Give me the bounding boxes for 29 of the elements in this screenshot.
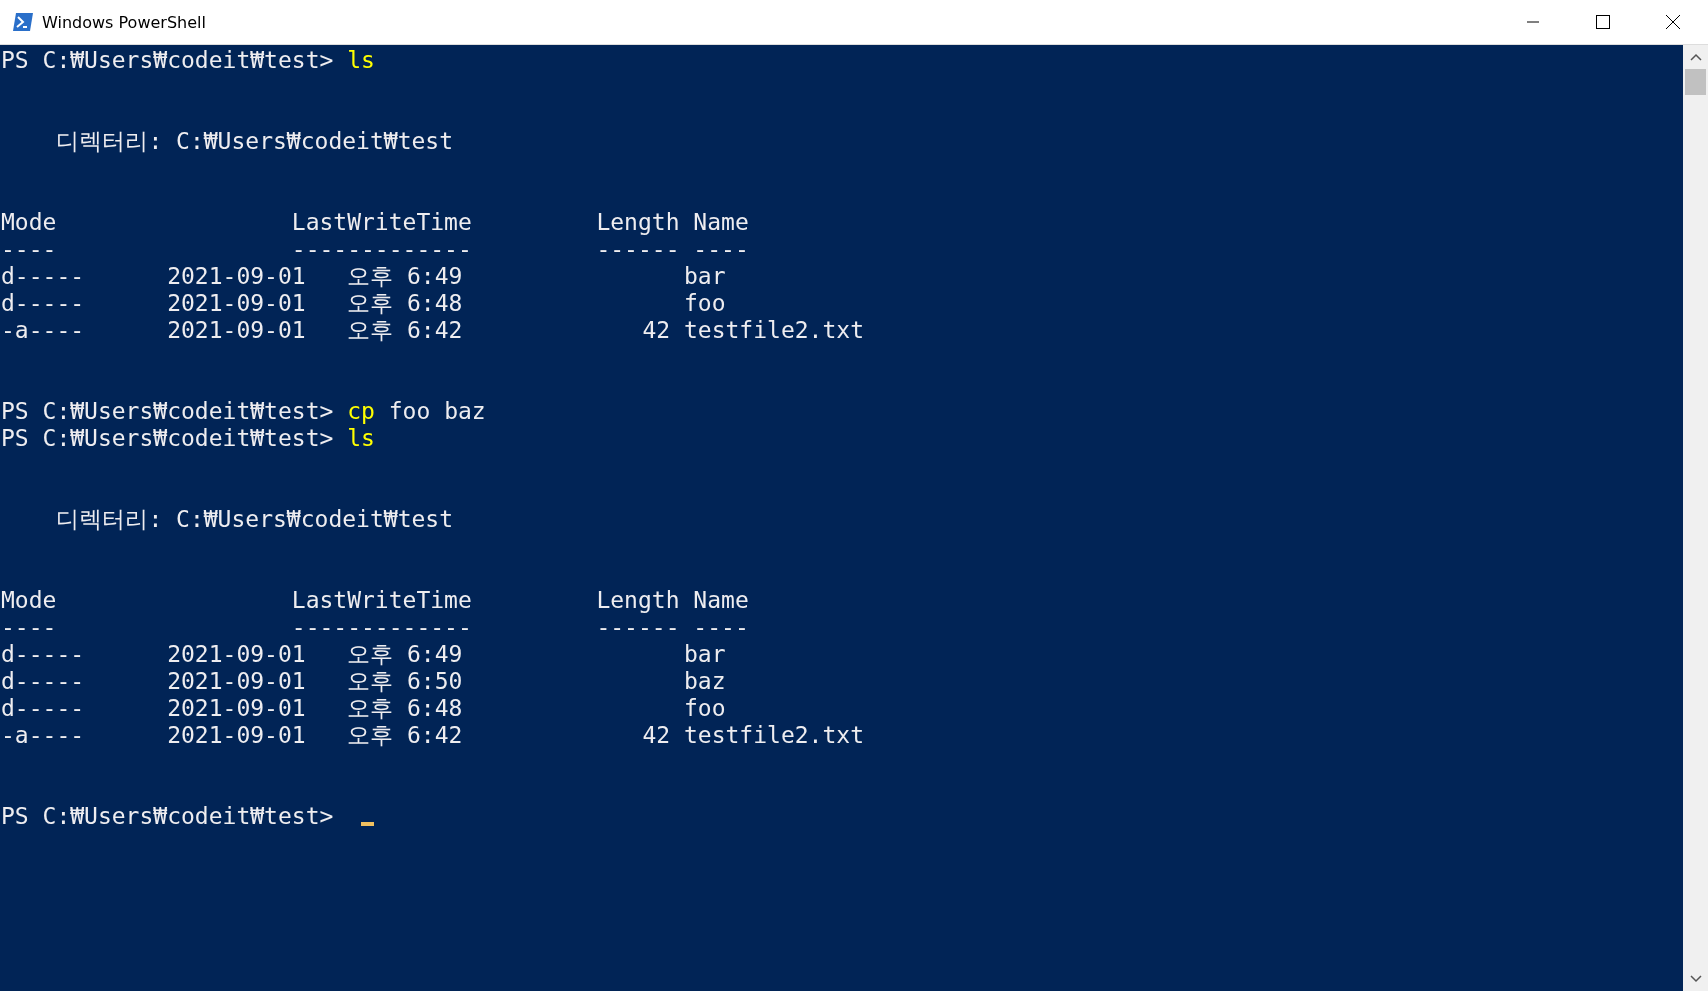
- output-text: d----- 2021-09-01 오후 6:48 foo: [1, 290, 726, 316]
- scroll-down-icon[interactable]: [1689, 975, 1702, 983]
- output-text: ---- ------------- ------ ----: [1, 236, 749, 262]
- command-text: ls: [347, 425, 375, 451]
- output-text: ---- ------------- ------ ----: [1, 614, 749, 640]
- scrollbar[interactable]: [1683, 45, 1708, 991]
- window-title: Windows PowerShell: [42, 12, 206, 32]
- scroll-up-icon[interactable]: [1689, 53, 1702, 61]
- maximize-icon: [1596, 15, 1610, 29]
- output-text: d----- 2021-09-01 오후 6:50 baz: [1, 668, 726, 694]
- terminal-icon: [12, 12, 34, 32]
- command-text: ls: [347, 47, 375, 73]
- command-arguments: foo baz: [387, 398, 486, 424]
- scrollbar-thumb[interactable]: [1685, 69, 1706, 95]
- close-icon: [1666, 15, 1680, 29]
- output-text: 디렉터리: C:₩Users₩codeit₩test: [55, 506, 454, 532]
- output-text: Mode LastWriteTime Length Name: [1, 209, 749, 235]
- output-text: -a---- 2021-09-01 오후 6:42 42 testfile2.txt: [1, 317, 864, 343]
- prompt-text: PS C:₩Users₩codeit₩test>: [1, 803, 335, 829]
- prompt-text: PS C:₩Users₩codeit₩test>: [1, 398, 335, 424]
- output-text: 디렉터리: C:₩Users₩codeit₩test: [55, 128, 454, 154]
- prompt-text: PS C:₩Users₩codeit₩test>: [1, 425, 335, 451]
- prompt-text: PS C:₩Users₩codeit₩test>: [1, 47, 335, 73]
- output-text: d----- 2021-09-01 오후 6:48 foo: [1, 695, 726, 721]
- output-text: d----- 2021-09-01 오후 6:49 bar: [1, 641, 726, 667]
- output-text: Mode LastWriteTime Length Name: [1, 587, 749, 613]
- output-text: d----- 2021-09-01 오후 6:49 bar: [1, 263, 726, 289]
- output-text: -a---- 2021-09-01 오후 6:42 42 testfile2.txt: [1, 722, 864, 748]
- command-text: cp: [347, 398, 375, 424]
